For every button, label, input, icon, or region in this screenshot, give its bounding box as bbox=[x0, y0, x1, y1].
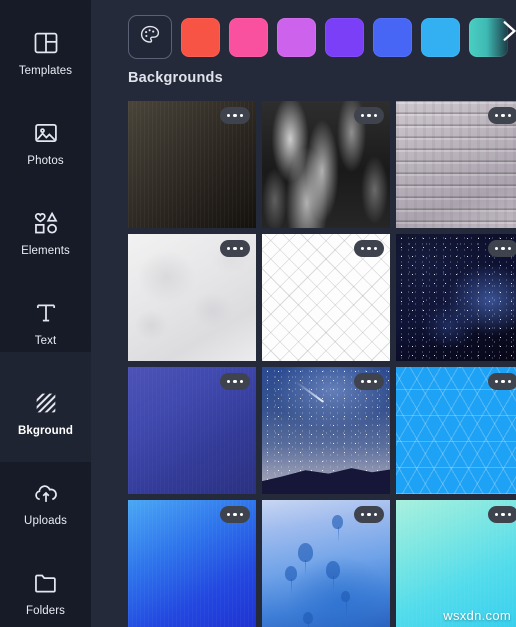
templates-icon bbox=[32, 29, 60, 57]
background-thumbnail[interactable] bbox=[128, 234, 256, 361]
sidebar-item-text[interactable]: Text bbox=[0, 278, 91, 368]
sidebar-item-label: Bkground bbox=[17, 424, 74, 437]
palette-icon bbox=[138, 23, 162, 52]
jellyfish bbox=[302, 611, 313, 627]
background-thumbnail[interactable] bbox=[128, 367, 256, 494]
jellyfish bbox=[326, 560, 340, 593]
upload-cloud-icon bbox=[32, 479, 60, 507]
background-thumbnail[interactable] bbox=[128, 101, 256, 228]
sidebar-item-uploads[interactable]: Uploads bbox=[0, 458, 91, 548]
background-thumbnail[interactable] bbox=[262, 234, 390, 361]
left-sidebar: Templates Photos Elements Text Bkground … bbox=[0, 0, 91, 627]
color-swatch-violet[interactable] bbox=[325, 17, 364, 57]
app-window: Templates Photos Elements Text Bkground … bbox=[0, 0, 516, 627]
folder-icon bbox=[32, 569, 60, 597]
color-swatch-teal-gradient[interactable] bbox=[469, 17, 508, 57]
sidebar-item-label: Uploads bbox=[24, 514, 67, 527]
jellyfish bbox=[285, 566, 298, 595]
color-swatch-row bbox=[128, 13, 508, 61]
ellipsis-icon[interactable] bbox=[354, 107, 384, 124]
ellipsis-icon[interactable] bbox=[354, 373, 384, 390]
sidebar-item-photos[interactable]: Photos bbox=[0, 98, 91, 188]
jellyfish bbox=[297, 543, 313, 576]
backgrounds-panel: Backgrounds wsxdn.com bbox=[91, 0, 516, 627]
background-thumbnail[interactable] bbox=[396, 101, 516, 228]
ellipsis-icon[interactable] bbox=[488, 506, 516, 523]
color-palette-button[interactable] bbox=[128, 15, 172, 59]
background-thumbnail[interactable] bbox=[262, 101, 390, 228]
sidebar-item-label: Folders bbox=[25, 604, 66, 617]
sidebar-item-folders[interactable]: Folders bbox=[0, 548, 91, 627]
background-thumbnail[interactable] bbox=[262, 500, 390, 627]
hatch-icon bbox=[32, 389, 60, 417]
sidebar-item-elements[interactable]: Elements bbox=[0, 188, 91, 278]
ellipsis-icon[interactable] bbox=[220, 373, 250, 390]
background-thumbnail[interactable] bbox=[396, 234, 516, 361]
color-swatch-orchid[interactable] bbox=[277, 17, 316, 57]
color-swatch-sky[interactable] bbox=[421, 17, 460, 57]
watermark: wsxdn.com bbox=[443, 608, 511, 623]
color-swatch-red[interactable] bbox=[181, 17, 220, 57]
color-swatch-blue[interactable] bbox=[373, 17, 412, 57]
background-thumbnail-grid bbox=[128, 101, 516, 627]
ellipsis-icon[interactable] bbox=[488, 373, 516, 390]
text-icon bbox=[32, 299, 60, 327]
color-swatch-pink[interactable] bbox=[229, 17, 268, 57]
ellipsis-icon[interactable] bbox=[220, 240, 250, 257]
sidebar-item-templates[interactable]: Templates bbox=[0, 8, 91, 98]
ellipsis-icon[interactable] bbox=[354, 240, 384, 257]
sidebar-item-label: Photos bbox=[27, 154, 64, 167]
ellipsis-icon[interactable] bbox=[354, 506, 384, 523]
background-thumbnail[interactable] bbox=[396, 367, 516, 494]
shapes-icon bbox=[32, 209, 60, 237]
sidebar-item-bkground[interactable]: Bkground bbox=[0, 368, 91, 458]
ellipsis-icon[interactable] bbox=[488, 107, 516, 124]
sidebar-item-label: Templates bbox=[18, 64, 73, 77]
ellipsis-icon[interactable] bbox=[220, 107, 250, 124]
background-thumbnail[interactable] bbox=[262, 367, 390, 494]
image-icon bbox=[32, 119, 60, 147]
page-title: Backgrounds bbox=[128, 70, 223, 86]
ellipsis-icon[interactable] bbox=[220, 506, 250, 523]
background-thumbnail[interactable] bbox=[128, 500, 256, 627]
ellipsis-icon[interactable] bbox=[488, 240, 516, 257]
sidebar-item-label: Text bbox=[34, 334, 57, 347]
sidebar-item-label: Elements bbox=[21, 244, 70, 257]
